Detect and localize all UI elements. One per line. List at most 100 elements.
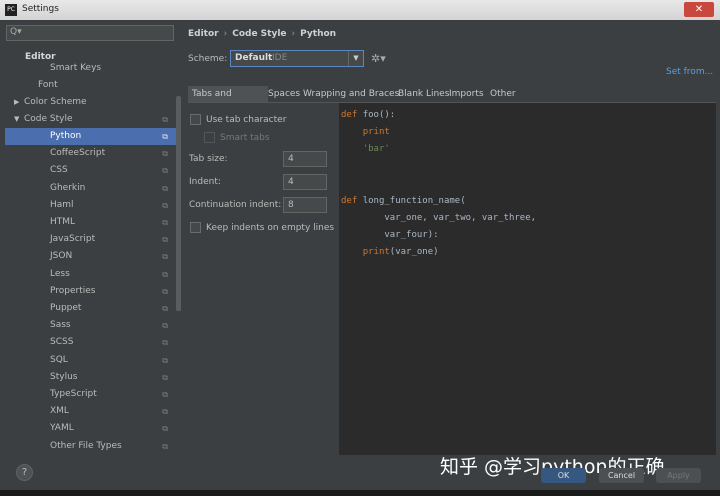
scheme-tag: IDE: [272, 53, 288, 63]
checkbox-box: [204, 132, 215, 143]
sidebar-item-label: SCSS: [50, 337, 74, 348]
chevron-down-icon: ▼: [348, 51, 363, 66]
sidebar-item-css[interactable]: CSS ⧉: [50, 162, 176, 179]
sidebar-item-sass[interactable]: Sass ⧉: [50, 317, 176, 334]
sidebar-item-python[interactable]: Python ⧉: [5, 128, 176, 145]
sidebar-item-label: Other File Types: [50, 440, 122, 451]
code-token: foo():: [362, 110, 396, 120]
copy-icon: ⧉: [162, 149, 168, 159]
smart-tabs-checkbox[interactable]: Smart tabs: [204, 132, 270, 143]
tab-size-field[interactable]: 4: [283, 151, 327, 167]
sidebar-item-font[interactable]: Font: [38, 77, 176, 94]
sidebar-item-less[interactable]: Less ⧉: [50, 266, 176, 283]
keep-indents-label: Keep indents on empty lines: [206, 223, 335, 233]
cancel-button[interactable]: Cancel: [599, 468, 644, 483]
tab-wrapping-and-braces[interactable]: Wrapping and Braces: [303, 86, 399, 102]
breadcrumb-item: Python: [300, 29, 337, 39]
breadcrumb-item: Editor: [188, 29, 219, 39]
tab-tabs-and-indents[interactable]: Tabs and Indents: [188, 86, 268, 115]
sidebar-item-label: Smart Keys: [50, 63, 102, 73]
sidebar-item-label: SQL: [50, 354, 68, 365]
set-from-link[interactable]: Set from...: [666, 67, 713, 77]
sidebar-item-coffeescript[interactable]: CoffeeScript ⧉: [50, 145, 176, 162]
sidebar-item-sql[interactable]: SQL ⧉: [50, 352, 176, 369]
sidebar-item-label: JSON: [50, 251, 73, 262]
sidebar-item-haml[interactable]: Haml ⧉: [50, 197, 176, 214]
code-token: (var_one): [389, 246, 439, 257]
chevron-down-icon[interactable]: ▼: [14, 111, 24, 128]
tab-size-label: Tab size:: [189, 154, 228, 164]
checkbox-box: [190, 222, 201, 233]
sidebar-scrollbar[interactable]: [176, 96, 181, 311]
close-button[interactable]: ✕: [684, 2, 714, 17]
copy-icon: ⧉: [162, 390, 168, 399]
breadcrumb: Editor › Code Style › Python: [188, 29, 336, 39]
continuation-indent-field[interactable]: 8: [283, 197, 327, 213]
sidebar-item-html[interactable]: HTML ⧉: [50, 214, 176, 231]
copy-icon: ⧉: [162, 355, 168, 365]
copy-icon: ⧉: [162, 252, 168, 262]
sidebar-item-label: Haml: [50, 199, 74, 210]
sidebar-item-properties[interactable]: Properties ⧉: [50, 283, 176, 300]
code-line: print: [341, 127, 390, 137]
sidebar-item-typescript[interactable]: TypeScript ⧉: [50, 386, 176, 403]
sidebar-item-label: CSS: [50, 165, 68, 176]
ok-button[interactable]: OK: [541, 468, 586, 483]
sidebar-item-puppet[interactable]: Puppet ⧉: [50, 300, 176, 317]
code-line: 'bar': [341, 144, 390, 154]
sidebar-item-other-file-types[interactable]: Other File Types ⧉: [50, 438, 176, 455]
copy-icon: ⧉: [162, 269, 168, 279]
sidebar-item-color-scheme[interactable]: ▶ Color Scheme: [14, 94, 176, 111]
sidebar-item-label: CoffeeScript: [50, 148, 106, 159]
apply-button[interactable]: Apply: [656, 468, 701, 483]
sidebar-item-label: JavaScript: [50, 234, 96, 245]
code-line: var_four):: [341, 230, 438, 240]
copy-icon: ⧉: [162, 115, 168, 124]
copy-icon: ⧉: [162, 407, 168, 417]
sidebar-item-scss[interactable]: SCSS ⧉: [50, 334, 176, 351]
chevron-right-icon[interactable]: ▶: [14, 94, 24, 111]
sidebar-item-label: Stylus: [50, 371, 78, 382]
continuation-indent-label: Continuation indent:: [189, 200, 282, 210]
sidebar-item-stylus[interactable]: Stylus ⧉: [50, 369, 176, 386]
sidebar-item-gherkin[interactable]: Gherkin ⧉: [50, 180, 176, 197]
copy-icon: ⧉: [162, 218, 168, 227]
copy-icon: ⧉: [162, 132, 168, 141]
sidebar-item-label: TypeScript: [50, 389, 97, 399]
sidebar-item-smart-keys[interactable]: Smart Keys: [50, 60, 176, 77]
smart-tabs-label: Smart tabs: [220, 133, 270, 143]
tab-other[interactable]: Other: [490, 86, 516, 102]
sidebar-item-code-style[interactable]: ▼ Code Style ⧉: [14, 111, 176, 128]
tab-spaces[interactable]: Spaces: [268, 86, 300, 102]
sidebar-item-javascript[interactable]: JavaScript ⧉: [50, 231, 176, 248]
copy-icon: ⧉: [162, 286, 168, 296]
keep-indents-checkbox[interactable]: Keep indents on empty lines: [190, 222, 334, 233]
copy-icon: ⧉: [162, 321, 168, 331]
sidebar-item-label: Code Style: [24, 114, 73, 124]
tab-imports[interactable]: Imports: [449, 86, 484, 102]
checkbox-box: [190, 114, 201, 125]
copy-icon: ⧉: [162, 304, 168, 313]
help-button[interactable]: ?: [16, 464, 33, 481]
code-line: def foo():: [341, 110, 395, 120]
use-tab-checkbox[interactable]: Use tab character: [190, 114, 286, 125]
code-token: print: [362, 246, 390, 257]
sidebar-item-label: YAML: [50, 423, 74, 434]
scheme-dropdown[interactable]: Default IDE ▼: [230, 50, 364, 67]
indent-field[interactable]: 4: [283, 174, 327, 190]
search-input[interactable]: Q▾: [6, 25, 174, 41]
copy-icon: ⧉: [162, 424, 168, 434]
taskbar: [0, 490, 720, 496]
sidebar-item-json[interactable]: JSON ⧉: [50, 248, 176, 265]
tab-blank-lines[interactable]: Blank Lines: [398, 86, 449, 102]
sidebar-item-yaml[interactable]: YAML ⧉: [50, 420, 176, 437]
indent-label: Indent:: [189, 177, 221, 187]
pycharm-icon: PC: [5, 4, 17, 16]
sidebar-item-label: Puppet: [50, 303, 82, 313]
sidebar-item-xml[interactable]: XML ⧉: [50, 403, 176, 420]
window-title: Settings: [22, 4, 59, 14]
copy-icon: ⧉: [162, 183, 168, 193]
gear-icon[interactable]: ✲▾: [371, 52, 386, 65]
